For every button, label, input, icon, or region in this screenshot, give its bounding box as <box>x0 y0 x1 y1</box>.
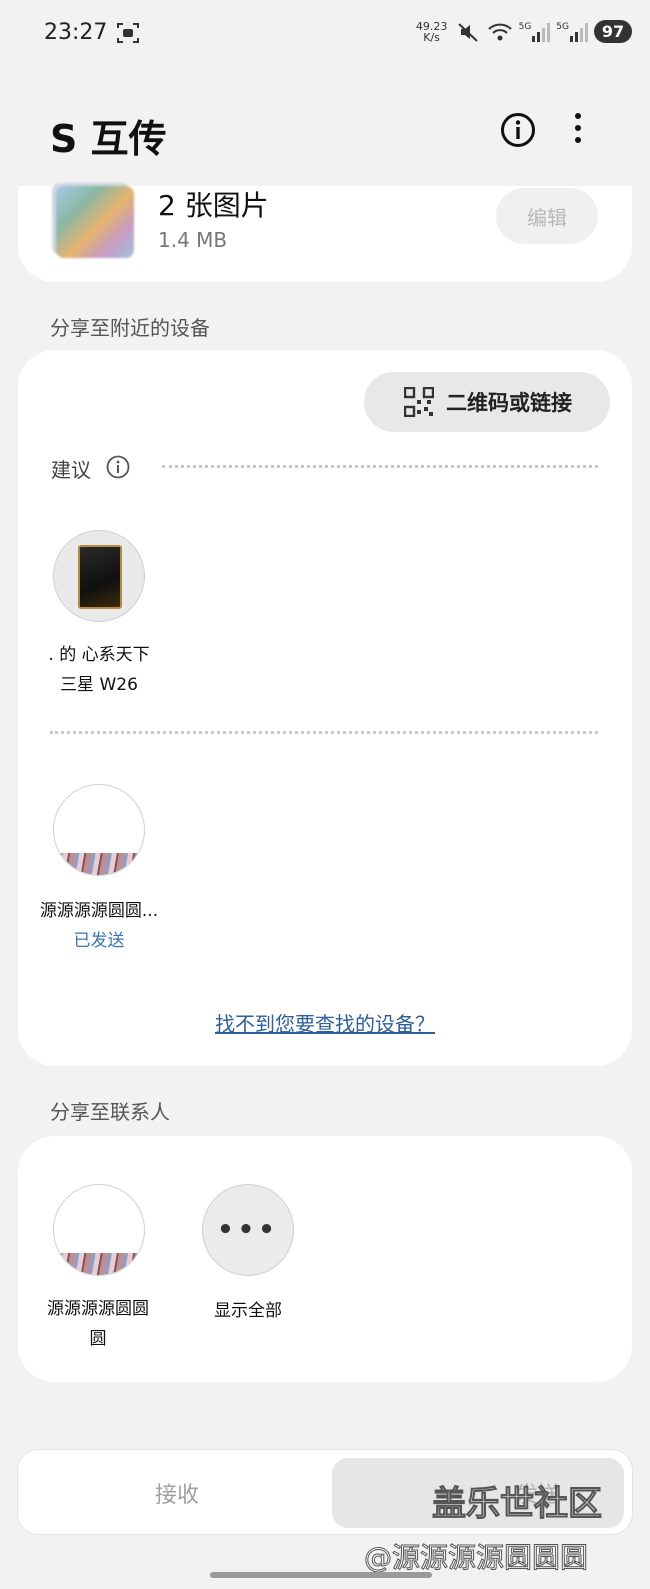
status-time: 23:27 <box>44 20 108 45</box>
nearby-section-label: 分享至附近的设备 <box>50 316 210 340</box>
more-dots-icon: ••• <box>217 1215 279 1245</box>
home-indicator[interactable] <box>210 1572 432 1578</box>
device-model-line: 三星 W26 <box>60 675 138 695</box>
sent-status: 已发送 <box>73 931 125 951</box>
more-options-icon[interactable] <box>570 110 586 150</box>
divider <box>162 465 598 468</box>
floral-pattern <box>54 853 144 875</box>
divider <box>50 731 598 734</box>
cant-find-device-link[interactable]: 找不到您要查找的设备？ <box>0 1008 650 1037</box>
info-icon[interactable] <box>500 112 536 148</box>
file-name: 2 张图片 <box>158 189 269 222</box>
file-thumbnail <box>56 186 134 258</box>
contact-name[interactable]: 源源源源圆圆 圆 <box>34 1294 162 1354</box>
net-speed-unit: K/s <box>423 30 440 44</box>
contact-name-line: 圆 <box>89 1329 107 1349</box>
device-name[interactable]: 源源源源圆圆... <box>30 896 168 921</box>
status-icons: 49.23 K/s 5G 5G 97 <box>415 20 632 43</box>
screen-record-icon <box>117 23 139 43</box>
device-avatar[interactable] <box>53 530 145 622</box>
qr-or-link-button[interactable]: 二维码或链接 <box>364 372 610 432</box>
contacts-section-label: 分享至联系人 <box>50 1100 170 1124</box>
battery-badge: 97 <box>594 20 632 43</box>
mute-icon <box>457 22 478 42</box>
signal-2: 5G <box>556 22 588 42</box>
show-all-label[interactable]: 显示全部 <box>200 1296 296 1321</box>
signal-bars-icon <box>532 22 551 42</box>
signal-bars-icon <box>570 22 588 42</box>
net-speed-value: 49.23 <box>415 19 448 33</box>
cant-find-device-label[interactable]: 找不到您要查找的设备？ <box>215 1012 435 1036</box>
net-speed: 49.23 K/s <box>415 21 449 43</box>
file-size: 1.4 MB <box>158 228 228 252</box>
info-icon[interactable] <box>106 455 130 479</box>
device-name[interactable]: . 的 心系天下 三星 W26 <box>30 640 168 700</box>
watermark-community: 盖乐世社区 <box>432 1484 603 1525</box>
floral-pattern <box>54 1253 144 1275</box>
wifi-icon <box>487 23 512 40</box>
qr-or-link-label: 二维码或链接 <box>446 391 572 415</box>
device-name-line: . 的 心系天下 <box>48 645 150 665</box>
contact-name-line: 源源源源圆圆 <box>47 1299 149 1319</box>
signal-2-label: 5G <box>556 21 569 32</box>
edit-button[interactable]: 编辑 <box>496 188 598 244</box>
show-all-button[interactable]: ••• <box>202 1184 294 1276</box>
signal-1-label: 5G <box>518 21 532 32</box>
contact-avatar[interactable] <box>53 1184 145 1276</box>
signal-1: 5G <box>519 22 551 42</box>
page-title: S 互传 <box>50 117 167 161</box>
watermark-username: @源源源源圆圆圆 <box>363 1541 589 1575</box>
qr-code-icon <box>404 387 434 417</box>
receive-button[interactable]: 接收 <box>24 1458 330 1528</box>
device-avatar[interactable] <box>53 784 145 876</box>
suggestions-label: 建议 <box>51 458 91 482</box>
phone-image <box>78 545 122 609</box>
